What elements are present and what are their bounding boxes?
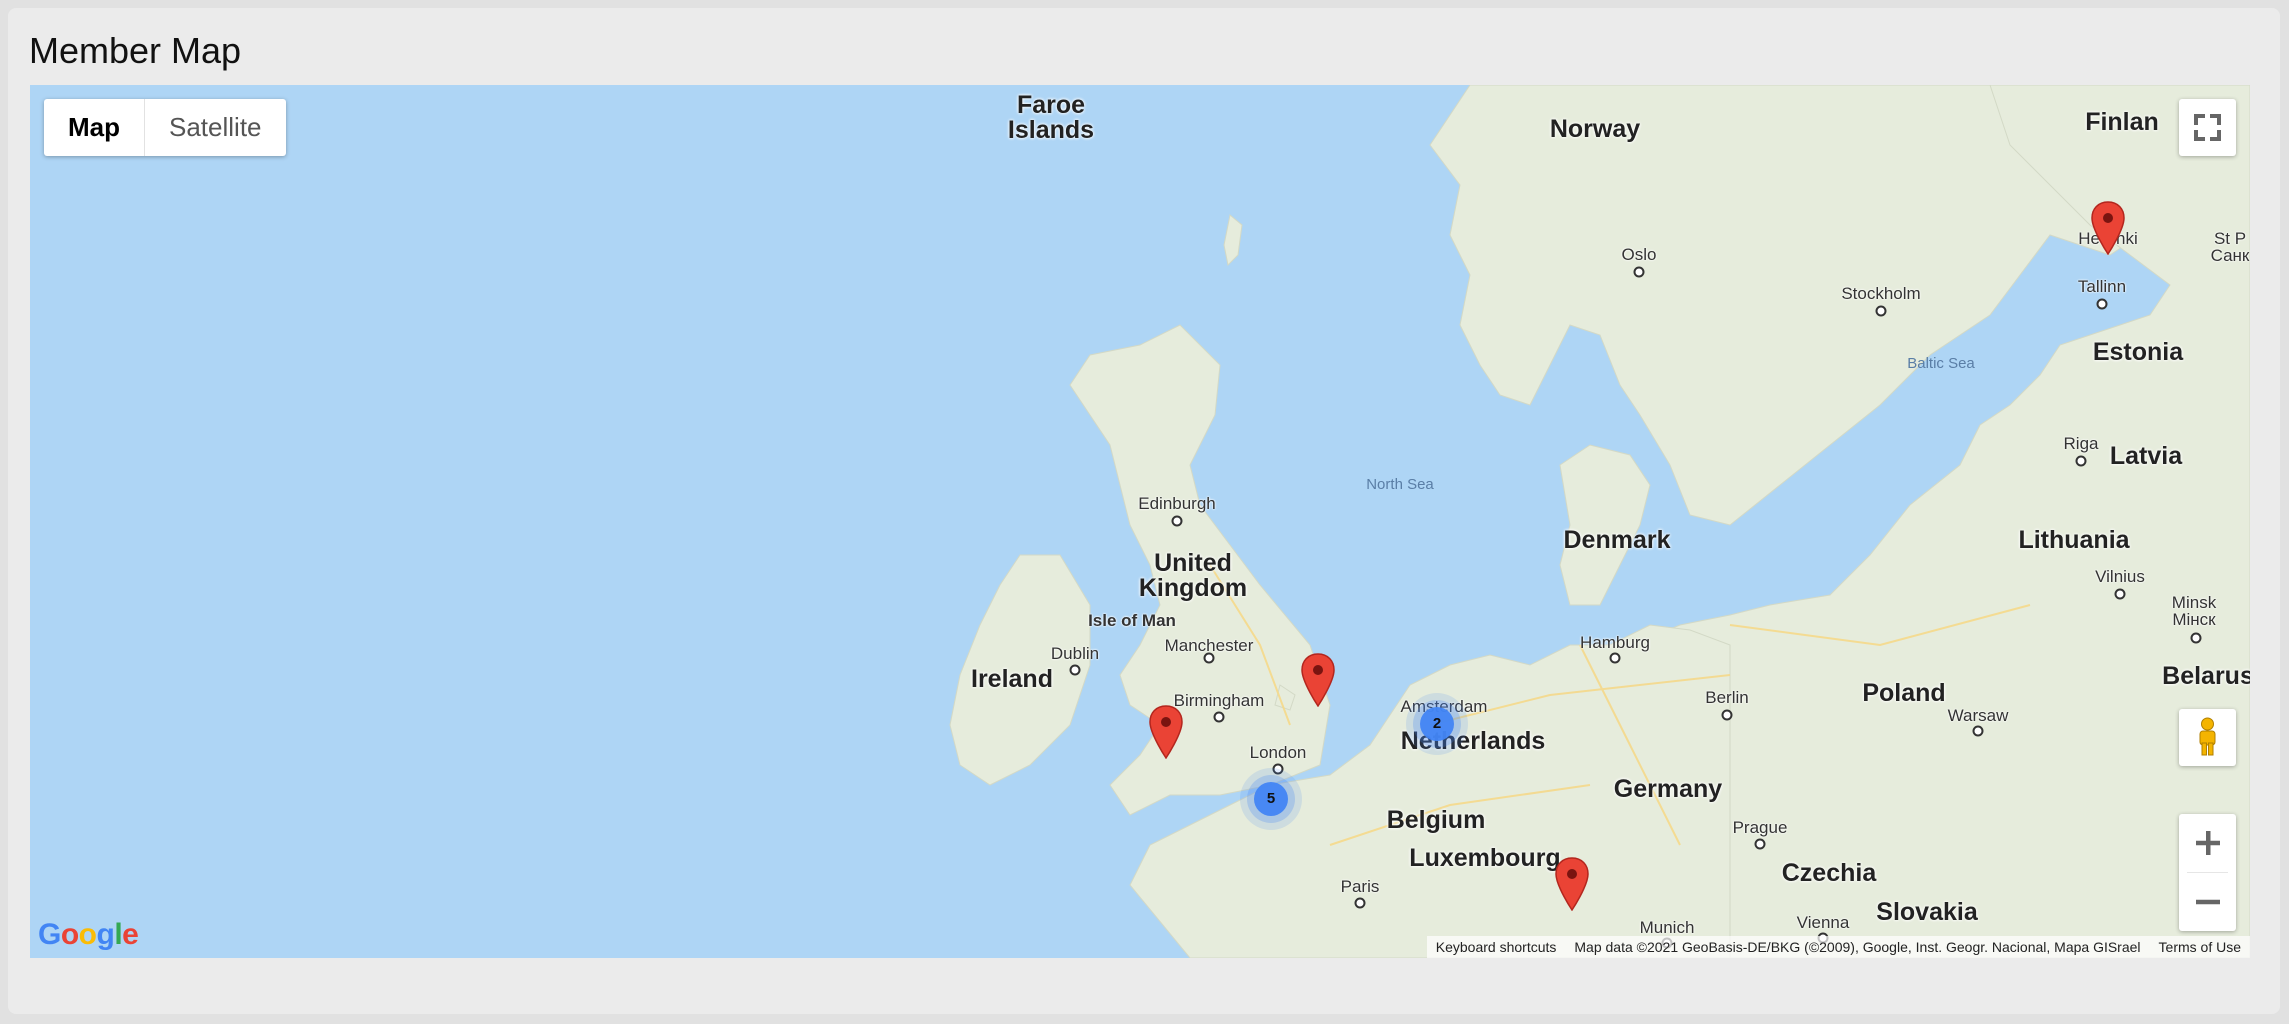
label-faroe-islands-1: Faroe [1016,91,1086,119]
label-hamburg: Hamburg [1580,633,1650,652]
dot-vilnius [2114,588,2126,600]
label-prague: Prague [1732,818,1788,837]
label-finland: Finlan [2085,108,2159,136]
map-type-map-button[interactable]: Map [44,99,145,156]
label-edinburgh: Edinburgh [1138,494,1216,513]
dot-hamburg [1609,652,1621,664]
label-luxembourg: Luxembourg [1409,844,1561,872]
dot-oslo [1633,266,1645,278]
dot-prague [1754,838,1766,850]
label-paris: Paris [1340,877,1380,896]
map-pin-helsinki[interactable] [2091,201,2125,255]
label-berlin: Berlin [1705,688,1749,707]
dot-manchester [1203,652,1215,664]
label-st-petersburg-2: Санк [2210,246,2250,265]
label-stockholm: Stockholm [1841,284,1921,303]
label-united-kingdom-1: United [1154,549,1232,577]
label-belarus: Belarus [2162,662,2250,690]
map-pin-southern-germany[interactable] [1555,857,1589,911]
map-type-satellite-button[interactable]: Satellite [145,99,286,156]
dot-dublin [1069,664,1081,676]
keyboard-shortcuts-link[interactable]: Keyboard shortcuts [1427,936,1566,958]
map-cluster-london[interactable]: 5 [1238,766,1304,832]
map-data-attribution: Map data ©2021 GeoBasis-DE/BKG (©2009), … [1574,939,2141,955]
label-lithuania: Lithuania [2018,526,2130,554]
dot-warsaw [1972,725,1984,737]
label-warsaw: Warsaw [1947,706,2009,725]
label-manchester: Manchester [1164,636,1254,655]
member-map-panel: Member Map Faroe Islands Norway Finlan O… [8,8,2280,1014]
minus-icon [2195,899,2220,905]
map-canvas[interactable]: Faroe Islands Norway Finlan Oslo Stockhol… [30,85,2250,958]
label-estonia: Estonia [2092,338,2184,366]
label-munich: Munich [1639,918,1695,937]
label-vilnius: Vilnius [2095,567,2145,586]
label-norway: Norway [1549,115,1641,143]
label-vienna: Vienna [1796,913,1850,932]
dot-berlin [1721,709,1733,721]
map-pin-east-england[interactable] [1301,653,1335,707]
label-slovakia: Slovakia [1876,898,1978,926]
label-united-kingdom-2: Kingdom [1138,574,1248,602]
dot-edinburgh [1171,515,1183,527]
label-germany: Germany [1613,775,1723,803]
cluster-count-london: 5 [1266,790,1276,807]
map-base-layer [949,85,2250,958]
label-latvia: Latvia [2109,442,2183,470]
dot-paris [1354,897,1366,909]
dot-stockholm [1875,305,1887,317]
dot-minsk [2190,632,2202,644]
zoom-out-button[interactable] [2179,873,2236,931]
dot-tallinn [2096,298,2108,310]
terms-of-use-link[interactable]: Terms of Use [2150,936,2250,958]
label-london: London [1249,743,1307,762]
label-poland: Poland [1862,679,1946,707]
google-logo[interactable]: Google [38,918,139,952]
zoom-in-button[interactable] [2179,814,2236,872]
plus-icon [2195,831,2220,855]
fullscreen-button[interactable] [2179,99,2236,156]
label-ireland: Ireland [971,665,1053,693]
map-pin-wales[interactable] [1149,705,1183,759]
label-czechia: Czechia [1781,859,1877,887]
dot-birmingham [1213,711,1225,723]
map-type-control: Map Satellite [44,99,286,156]
label-dublin: Dublin [1050,644,1100,663]
map-cluster-amsterdam[interactable]: 2 [1404,691,1470,757]
label-isle-of-man: Isle of Man [1088,611,1176,630]
label-north-sea: North Sea [1366,476,1434,493]
pegman-icon [2199,717,2216,756]
label-denmark: Denmark [1563,526,1671,554]
label-belgium: Belgium [1386,806,1486,834]
street-view-pegman[interactable] [2179,709,2236,766]
label-baltic-sea: Baltic Sea [1907,355,1975,372]
label-birmingham: Birmingham [1173,691,1265,710]
map-attribution: Keyboard shortcuts Map data ©2021 GeoBas… [1426,936,2250,958]
zoom-control [2179,814,2236,931]
dot-riga [2075,455,2087,467]
label-oslo: Oslo [1621,245,1657,264]
label-faroe-islands-2: Islands [1007,116,1095,144]
fullscreen-icon [2194,114,2221,141]
label-minsk-2: Мінск [2172,610,2216,629]
label-tallinn: Tallinn [2077,277,2127,296]
page-title: Member Map [29,30,242,71]
cluster-count-amsterdam: 2 [1432,715,1442,732]
label-riga: Riga [2063,434,2099,453]
